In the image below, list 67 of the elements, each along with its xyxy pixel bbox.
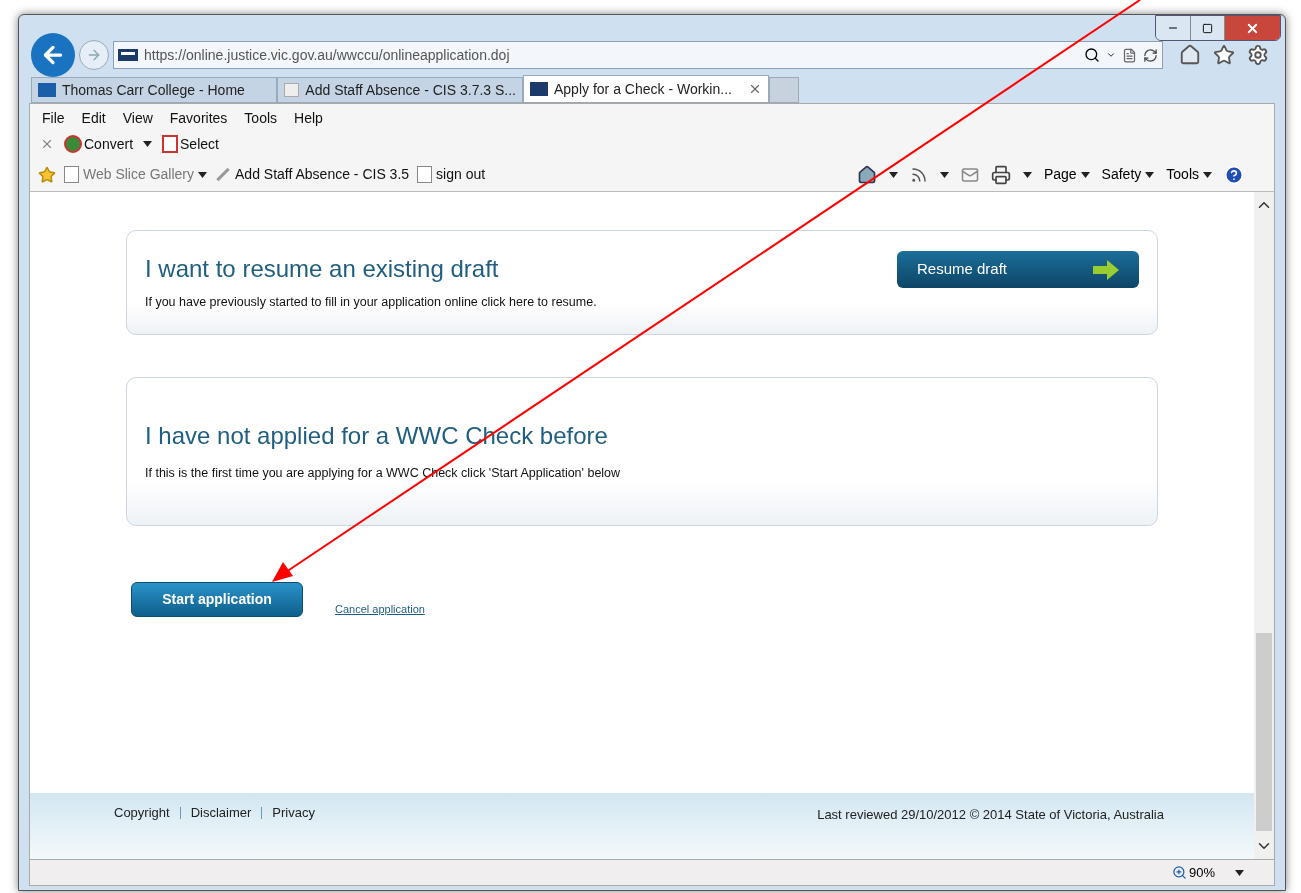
tab-label: Thomas Carr College - Home [62, 80, 246, 100]
forward-arrow-icon [86, 47, 102, 63]
favorites-icon[interactable] [1213, 44, 1235, 66]
help-icon[interactable] [1224, 164, 1244, 185]
menu-item[interactable]: Edit [81, 108, 106, 130]
home-icon[interactable] [1179, 44, 1201, 66]
browser-tab[interactable]: Add Staff Absence - CIS 3.7.3 S... [277, 77, 523, 103]
refresh-icon[interactable] [1143, 47, 1158, 63]
menu-item[interactable]: Help [294, 108, 323, 130]
tab-label: Add Staff Absence - CIS 3.7.3 S... [305, 80, 516, 100]
zoom-level[interactable]: 90% [1188, 862, 1215, 883]
zoom-icon [1171, 865, 1187, 880]
caret-icon[interactable] [939, 171, 949, 178]
home-icon[interactable] [856, 164, 877, 185]
menu-item[interactable]: View [122, 108, 153, 130]
caret-icon[interactable] [1145, 171, 1155, 178]
footer-link[interactable]: Disclaimer [190, 803, 252, 823]
favorites-bar-item[interactable]: Add Staff Absence - CIS 3.5 [235, 164, 410, 185]
caret-icon[interactable] [1080, 171, 1090, 178]
command-menu[interactable]: Page [1043, 164, 1077, 185]
convert-button[interactable]: Convert [84, 133, 134, 155]
card-title: I want to resume an existing draft [145, 254, 500, 284]
feed-icon[interactable] [909, 165, 928, 184]
caret-icon[interactable] [1106, 50, 1116, 60]
browser-tab[interactable]: Apply for a Check - Workin... [523, 75, 769, 103]
resume-draft-button[interactable]: Resume draft [897, 251, 1139, 288]
mail-icon[interactable] [960, 165, 979, 184]
tab-favicon-icon [38, 83, 56, 97]
tab-favicon-icon [284, 83, 300, 97]
scrollbar-thumb[interactable] [1256, 633, 1272, 831]
tab-favicon-icon [530, 82, 548, 96]
caret-icon[interactable] [1235, 869, 1244, 876]
caret-icon[interactable] [1022, 171, 1032, 178]
command-menu[interactable]: Safety [1101, 164, 1142, 185]
start-application-button[interactable]: Start application [131, 582, 303, 617]
address-bar[interactable]: https://online.justice.vic.gov.au/wwccu/onlineapplication.doj [113, 41, 1163, 69]
menu-item[interactable]: Tools [244, 108, 278, 130]
close-toolbar-icon[interactable] [40, 137, 54, 151]
search-icon[interactable] [1084, 47, 1100, 63]
settings-icon[interactable] [1247, 44, 1269, 66]
site-icon [118, 49, 138, 61]
tab-label: Apply for a Check - Workin... [554, 79, 733, 99]
caret-icon[interactable] [143, 141, 153, 147]
footer-link[interactable]: Copyright [114, 803, 170, 823]
command-menu[interactable]: Tools [1166, 164, 1199, 185]
select-button[interactable]: Select [180, 133, 219, 155]
caret-icon[interactable] [198, 171, 207, 178]
caret-icon[interactable] [888, 171, 898, 178]
close-button[interactable] [1224, 16, 1280, 40]
close-tab-icon[interactable] [748, 82, 762, 96]
scrollbar[interactable] [1254, 192, 1274, 859]
cancel-application-link[interactable]: Cancel application [335, 600, 425, 617]
add-favorite-icon[interactable] [38, 165, 56, 184]
arrow-right-icon [1093, 259, 1119, 280]
menu-item[interactable]: Favorites [169, 108, 228, 130]
url-text: https://online.justice.vic.gov.au/wwccu/onlineapplication.doj [144, 45, 511, 65]
favorites-bar-item[interactable]: sign out [436, 164, 486, 185]
caret-icon[interactable] [1203, 171, 1212, 178]
card-text: If you have previously started to fill in your application online click here to resume. [145, 294, 598, 311]
footer-link[interactable]: Privacy [272, 803, 315, 823]
back-button[interactable] [31, 33, 75, 77]
footer-note: Last reviewed 29/10/2012 © 2014 State of Victoria, Australia [817, 806, 1165, 824]
maximize-icon [1202, 22, 1213, 34]
print-icon[interactable] [990, 164, 1011, 185]
maximize-button[interactable] [1190, 16, 1224, 40]
menu-item[interactable]: File [42, 108, 65, 130]
browser-tab[interactable]: Thomas Carr College - Home [31, 77, 277, 103]
